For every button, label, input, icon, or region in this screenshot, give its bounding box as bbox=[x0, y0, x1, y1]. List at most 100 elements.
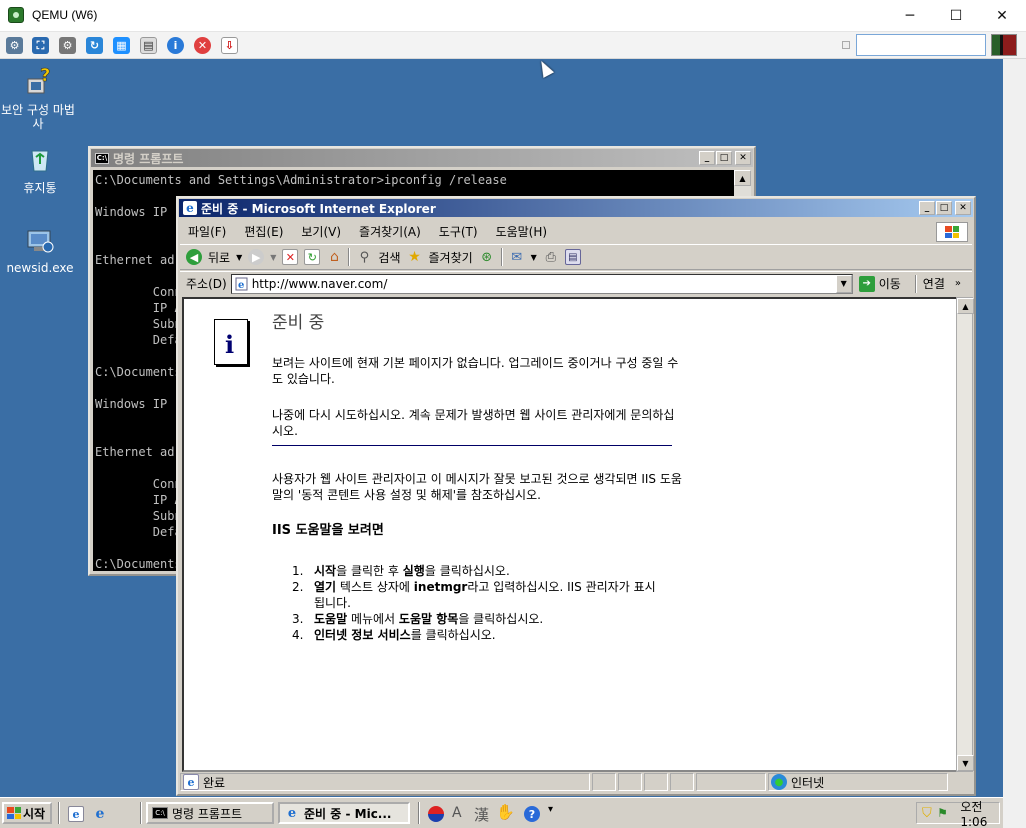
settings-gear-icon[interactable]: ⚙ bbox=[59, 37, 76, 54]
ie-scrollbar[interactable]: ▲ ▼ bbox=[956, 297, 974, 772]
back-arrow-icon[interactable]: ◀ bbox=[186, 249, 202, 265]
scroll-down-arrow-icon[interactable]: ▼ bbox=[957, 755, 974, 771]
ime-mode-a[interactable]: A bbox=[452, 805, 462, 821]
windows-flag-icon bbox=[936, 222, 968, 242]
page-para-3: 사용자가 웹 사이트 관리자이고 이 메시지가 잘못 보고된 것으로 생각되면 … bbox=[272, 472, 682, 502]
download-icon[interactable]: ⇩ bbox=[221, 37, 238, 54]
page-para-1: 보려는 사이트에 현재 기본 페이지가 없습니다. 업그레이드 중이거나 구성 … bbox=[272, 356, 679, 386]
host-minimize-button[interactable]: ─ bbox=[887, 0, 933, 31]
menu-favorites[interactable]: 즐겨찾기(A) bbox=[359, 223, 421, 240]
network-icon[interactable]: ⚙ bbox=[6, 37, 23, 54]
start-button[interactable]: 시작 bbox=[2, 802, 52, 824]
back-dropdown-icon[interactable]: ▼ bbox=[236, 253, 242, 262]
ime-hanja[interactable]: 漢 bbox=[474, 804, 489, 825]
menu-file[interactable]: 파일(F) bbox=[188, 223, 226, 240]
search-icon[interactable]: ⚲ bbox=[356, 249, 372, 265]
page-divider bbox=[272, 445, 672, 446]
system-tray: ⛉ ⚑ 오전 1:06 bbox=[916, 800, 1000, 828]
mail-icon[interactable]: ✉ bbox=[509, 249, 525, 265]
cmd-close-button[interactable]: ✕ bbox=[735, 151, 751, 165]
edit-icon[interactable]: ▤ bbox=[564, 249, 581, 265]
address-input[interactable]: e http://www.naver.com/ ▼ bbox=[230, 273, 853, 294]
refresh-page-icon[interactable]: ↻ bbox=[304, 249, 321, 265]
zone-text: 인터넷 bbox=[791, 775, 825, 790]
fullscreen-icon[interactable]: ⛶ bbox=[32, 37, 49, 54]
page-subheading: IIS 도움말을 보려면 bbox=[272, 523, 384, 538]
cmd-titlebar[interactable]: C:\ 명령 프롬프트 _ □ ✕ bbox=[91, 149, 753, 167]
clock[interactable]: 오전 1:06 bbox=[960, 798, 999, 828]
scroll-up-arrow-icon[interactable]: ▲ bbox=[734, 170, 751, 186]
ie-minimize-button[interactable]: _ bbox=[919, 201, 935, 215]
network-tray-icon[interactable]: ⚑ bbox=[937, 805, 949, 821]
home-icon[interactable]: ⌂ bbox=[326, 249, 342, 265]
color-swatch-icon[interactable] bbox=[991, 34, 1017, 56]
menu-help[interactable]: 도움말(H) bbox=[496, 223, 548, 240]
address-value: http://www.naver.com/ bbox=[251, 276, 388, 291]
help-step-text: 시작을 클릭한 후 실행을 클릭하십시오. bbox=[314, 564, 510, 578]
taskbar: 시작 e e C:\ 명령 프롬프트 e 준비 중 - Mic... A 漢 ✋… bbox=[0, 797, 1003, 828]
mail-dropdown-icon[interactable]: ▼ bbox=[531, 253, 537, 262]
ie-toolbar: ◀ 뒤로 ▼ ▶ ▼ ✕ ↻ ⌂ ⚲ 검색 ★ 즐겨찾기 ⊛ ✉ ▼ ⎙ ▤ bbox=[180, 244, 972, 270]
favorites-button[interactable]: 즐겨찾기 bbox=[429, 249, 473, 266]
forward-dropdown-icon[interactable]: ▼ bbox=[270, 253, 276, 262]
status-cell bbox=[670, 773, 694, 791]
stop-page-icon[interactable]: ✕ bbox=[282, 249, 299, 265]
host-search-input[interactable] bbox=[856, 34, 986, 56]
help-icon[interactable]: ? bbox=[524, 806, 540, 822]
scroll-up-arrow-icon[interactable]: ▲ bbox=[957, 298, 974, 314]
cmd-minimize-button[interactable]: _ bbox=[699, 151, 715, 165]
host-close-button[interactable]: ✕ bbox=[979, 0, 1025, 31]
status-cell bbox=[618, 773, 642, 791]
quicklaunch-ie-icon[interactable]: e bbox=[68, 806, 84, 822]
ime-menu-icon[interactable]: ▾ bbox=[548, 804, 553, 815]
task-cmd-label: 명령 프롬프트 bbox=[172, 806, 243, 821]
status-text-cell: e 완료 bbox=[180, 773, 590, 791]
clipboard-icon[interactable]: ▤ bbox=[140, 37, 157, 54]
desktop-icon-security-wizard[interactable]: ? 보안 구성 마법사 bbox=[0, 65, 76, 131]
svg-text:?: ? bbox=[40, 65, 50, 86]
media-icon[interactable]: ⊛ bbox=[479, 249, 495, 265]
menu-view[interactable]: 보기(V) bbox=[301, 223, 341, 240]
help-step-item: 4. 인터넷 정보 서비스를 클릭하십시오. bbox=[292, 627, 662, 643]
desktop-icon-newsid[interactable]: newsid.exe bbox=[2, 223, 78, 275]
security-shield-icon[interactable]: ⛉ bbox=[921, 805, 933, 821]
svg-text:e: e bbox=[238, 280, 244, 291]
newsid-icon bbox=[27, 230, 54, 253]
ie-icon: e bbox=[287, 805, 297, 821]
ie-maximize-button[interactable]: □ bbox=[936, 201, 952, 215]
windows-logo-icon[interactable]: ▦ bbox=[113, 37, 130, 54]
ie-titlebar[interactable]: e 준비 중 - Microsoft Internet Explorer _ □… bbox=[179, 199, 973, 217]
ime-tool-icon[interactable]: ✋ bbox=[496, 803, 515, 821]
help-step-item: 1. 시작을 클릭한 후 실행을 클릭하십시오. bbox=[292, 563, 662, 579]
stop-icon[interactable]: ✕ bbox=[194, 37, 211, 54]
menu-tools[interactable]: 도구(T) bbox=[439, 223, 478, 240]
links-button[interactable]: 연결 bbox=[923, 275, 945, 292]
toolbar-small-box[interactable] bbox=[842, 41, 850, 49]
forward-arrow-icon[interactable]: ▶ bbox=[248, 249, 265, 265]
go-label: 이동 bbox=[878, 277, 901, 291]
go-button[interactable]: ➔ 이동 bbox=[858, 275, 901, 292]
status-cell bbox=[696, 773, 766, 791]
print-icon[interactable]: ⎙ bbox=[543, 249, 559, 265]
cmd-maximize-button[interactable]: □ bbox=[716, 151, 732, 165]
ie-icon: e bbox=[183, 201, 197, 215]
quicklaunch-browser-icon[interactable]: e bbox=[92, 806, 108, 822]
host-toolbar: ⚙ ⛶ ⚙ ↻ ▦ ▤ i ✕ ⇩ bbox=[0, 32, 1026, 59]
task-ie-button[interactable]: e 준비 중 - Mic... bbox=[278, 802, 410, 824]
search-button[interactable]: 검색 bbox=[378, 249, 400, 266]
cmd-icon: C:\ bbox=[95, 152, 109, 164]
ime-korean-icon[interactable] bbox=[428, 806, 444, 822]
task-cmd-button[interactable]: C:\ 명령 프롬프트 bbox=[146, 802, 274, 824]
info-icon[interactable]: i bbox=[167, 37, 184, 54]
ie-window[interactable]: e 준비 중 - Microsoft Internet Explorer _ □… bbox=[176, 196, 976, 796]
back-button[interactable]: 뒤로 bbox=[208, 249, 230, 266]
host-maximize-button[interactable]: ☐ bbox=[933, 0, 979, 31]
desktop-icon-recycle-bin[interactable]: 휴지통 bbox=[2, 143, 78, 195]
chevron-right-icon[interactable]: » bbox=[955, 278, 961, 289]
taskbar-separator bbox=[418, 802, 420, 824]
ie-close-button[interactable]: ✕ bbox=[955, 201, 971, 215]
favorites-star-icon[interactable]: ★ bbox=[407, 249, 423, 265]
menu-edit[interactable]: 편집(E) bbox=[244, 223, 283, 240]
address-dropdown-icon[interactable]: ▼ bbox=[835, 274, 852, 293]
refresh-icon[interactable]: ↻ bbox=[86, 37, 103, 54]
